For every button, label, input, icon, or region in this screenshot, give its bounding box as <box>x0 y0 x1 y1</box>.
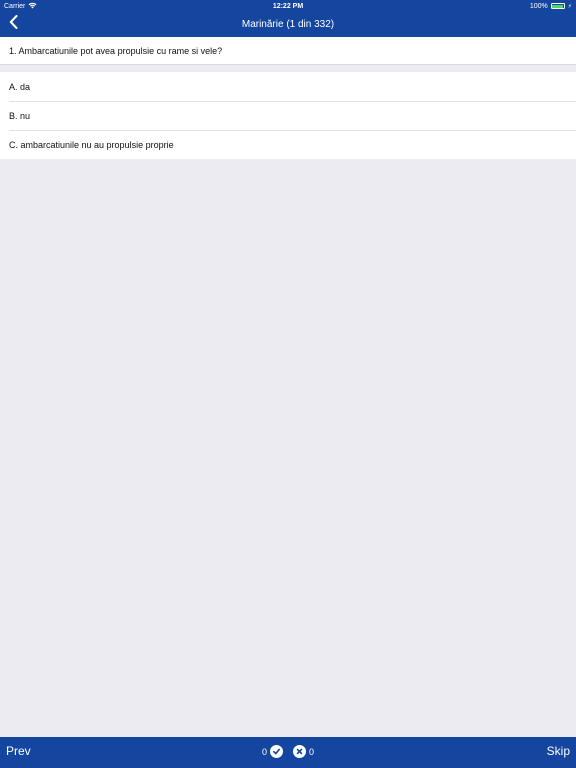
status-bar: Carrier 12:22 PM 100% ⚡ <box>0 0 576 12</box>
back-button[interactable] <box>5 14 21 34</box>
wrong-count: 0 <box>309 746 315 757</box>
answer-option-a[interactable]: A. da <box>0 72 576 101</box>
skip-button[interactable]: Skip <box>547 744 570 758</box>
battery-icon <box>550 3 565 9</box>
wifi-icon <box>28 2 37 11</box>
bottom-toolbar: Prev 0 0 Skip <box>0 737 576 768</box>
status-right: 100% ⚡ <box>530 3 572 10</box>
checkmark-circle-icon <box>270 745 283 758</box>
x-circle-icon <box>293 745 306 758</box>
charging-icon: ⚡ <box>567 3 572 10</box>
carrier-label: Carrier <box>4 2 26 10</box>
chevron-left-icon <box>9 14 18 34</box>
nav-bar: Marinărie (1 din 332) <box>0 12 576 37</box>
score-counter: 0 0 <box>0 745 576 758</box>
status-left: Carrier <box>4 2 37 11</box>
answer-option-b[interactable]: B. nu <box>0 101 576 130</box>
status-time: 12:22 PM <box>272 2 304 10</box>
answer-option-c[interactable]: C. ambarcatiunile nu au propulsie propri… <box>0 130 576 159</box>
page-title: Marinărie (1 din 332) <box>241 19 335 30</box>
question-text: 1. Ambarcatiunile pot avea propulsie cu … <box>0 37 576 65</box>
correct-count: 0 <box>261 746 267 757</box>
battery-percent: 100% <box>529 2 548 10</box>
answer-list: A. da B. nu C. ambarcatiunile nu au prop… <box>0 72 576 159</box>
